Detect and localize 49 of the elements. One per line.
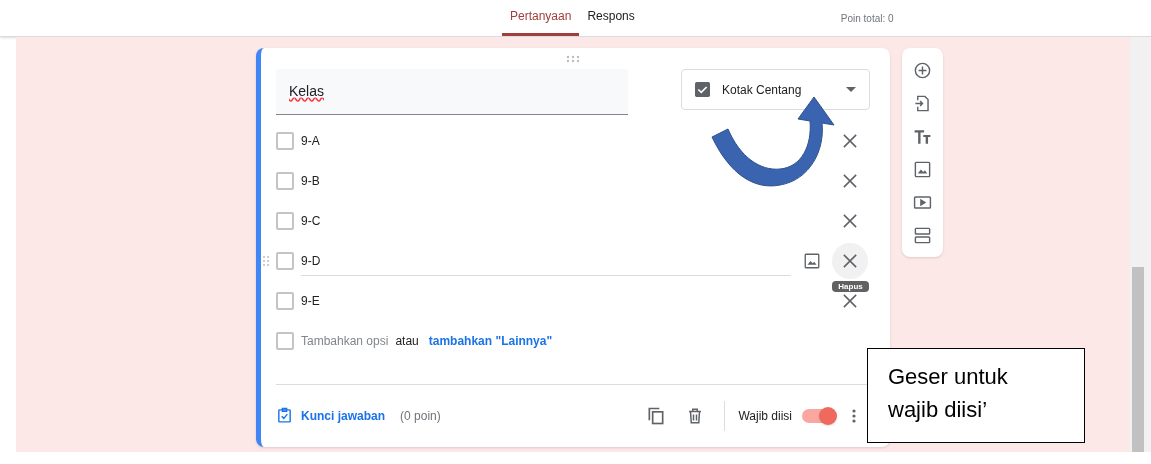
drag-handle-icon[interactable] [566, 54, 580, 63]
checkbox[interactable] [276, 172, 294, 190]
add-other-link[interactable]: tambahkan "Lainnya" [428, 332, 553, 350]
import-icon[interactable] [913, 94, 932, 113]
remove-option-button[interactable] [841, 292, 859, 310]
question-title-field[interactable]: Kelas [276, 69, 628, 115]
copy-icon[interactable] [646, 405, 667, 426]
image-icon[interactable] [803, 252, 821, 270]
scrollbar-thumb[interactable] [1132, 267, 1144, 452]
caret-icon [846, 87, 856, 92]
checkbox[interactable] [276, 132, 294, 150]
required-label: Wajib diisi [738, 407, 792, 425]
points-text: (0 poin) [400, 407, 441, 425]
remove-option-button[interactable] [841, 212, 859, 230]
option-field[interactable]: 9-B [301, 166, 320, 196]
option-field[interactable]: 9-A [301, 126, 320, 156]
checkbox[interactable] [276, 292, 294, 310]
checkbox[interactable] [276, 332, 294, 350]
separator-text: atau [395, 333, 419, 350]
drag-handle-icon[interactable] [263, 256, 269, 266]
image-icon[interactable] [913, 160, 932, 179]
tab[interactable]: Respons [579, 0, 643, 36]
remove-option-button[interactable] [841, 172, 859, 190]
clipboard-check-icon [276, 407, 293, 424]
checkbox[interactable] [276, 252, 294, 270]
add-option-field[interactable]: Tambahkan opsi [301, 332, 389, 350]
section-icon[interactable] [913, 226, 932, 245]
delete-tooltip: Hapus [832, 281, 869, 292]
text-size-icon[interactable] [913, 127, 932, 146]
remove-option-button[interactable] [832, 243, 868, 279]
question-type-dropdown[interactable]: Kotak Centang [681, 69, 870, 110]
add-circle-icon[interactable] [913, 61, 932, 80]
checkbox[interactable] [276, 212, 294, 230]
callout-box: Geser untuk wajib diisi’ [867, 348, 1085, 443]
more-icon[interactable] [852, 408, 856, 423]
close-icon [843, 294, 857, 308]
remove-option-button[interactable] [841, 132, 859, 150]
required-switch[interactable] [802, 408, 836, 423]
close-icon [843, 254, 857, 268]
answer-key-button[interactable]: Kunci jawaban [276, 406, 386, 425]
option-field[interactable]: 9-D [301, 246, 791, 276]
points-total: Poin total: 0 [840, 12, 894, 26]
option-field[interactable]: 9-E [301, 286, 320, 316]
option-field[interactable]: 9-C [301, 206, 321, 236]
checkbox-icon [695, 82, 710, 97]
close-icon [843, 174, 857, 188]
close-icon [843, 134, 857, 148]
close-icon [843, 214, 857, 228]
video-icon[interactable] [913, 193, 932, 212]
